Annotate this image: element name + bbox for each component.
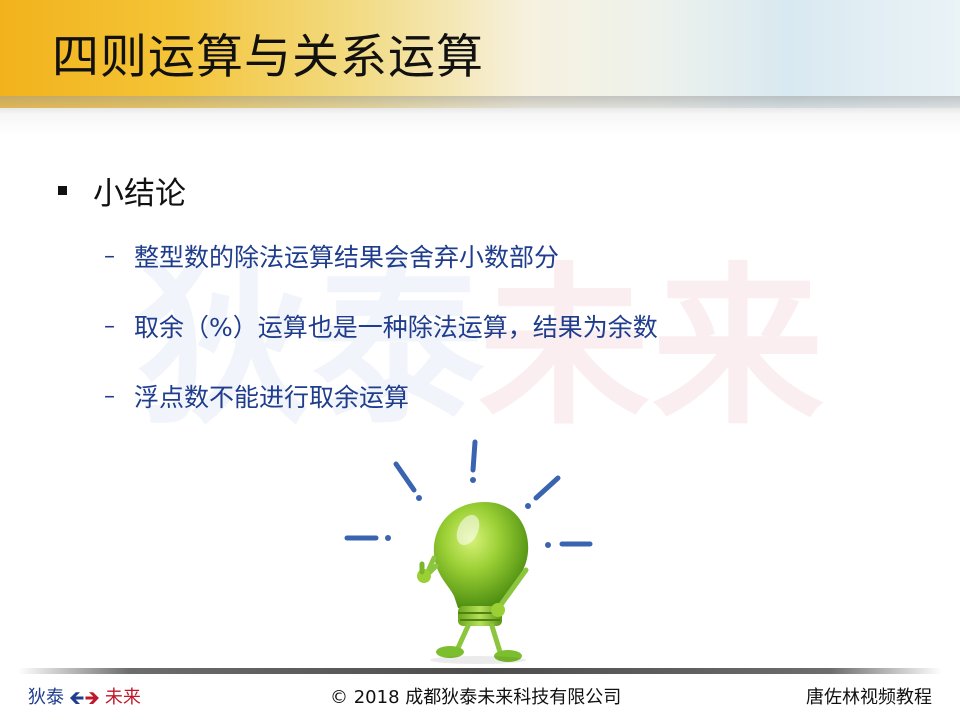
main-bullet: 小结论 <box>58 168 186 213</box>
sub-bullet-text: 整型数的除法运算结果会舍弃小数部分 <box>134 243 560 272</box>
double-arrow-icon: 🡸🡺 <box>69 687 100 709</box>
arrow-left-icon: 🡸 <box>69 687 85 709</box>
dash-marker: – <box>104 383 115 409</box>
dash-marker: – <box>104 313 115 339</box>
sub-bullet: – 取余（%）运算也是一种除法运算，结果为余数 <box>104 308 658 344</box>
footer-author: 唐佐林视频教程 <box>806 687 932 708</box>
sub-bullet-text: 浮点数不能进行取余运算 <box>134 383 410 412</box>
lightbulb-character-icon <box>344 439 593 664</box>
sub-bullet: – 整型数的除法运算结果会舍弃小数部分 <box>104 238 559 274</box>
footer-divider <box>18 668 942 674</box>
footer-copyright: © 2018 成都狄泰未来科技有限公司 <box>330 687 622 708</box>
title-banner-shadow <box>0 96 960 136</box>
slide-title: 四则运算与关系运算 <box>52 30 484 85</box>
main-bullet-text: 小结论 <box>93 176 186 212</box>
arrow-right-icon: 🡺 <box>84 687 100 709</box>
watermark-right: 未来 <box>478 247 826 448</box>
brand-left-text: 狄泰 <box>28 687 64 708</box>
sub-bullet: – 浮点数不能进行取余运算 <box>104 378 409 414</box>
brand-right-text: 未来 <box>104 687 141 708</box>
dash-marker: – <box>104 243 115 269</box>
footer-brand: 狄泰 🡸🡺 未来 <box>28 687 141 709</box>
square-bullet-icon <box>58 186 67 195</box>
sub-bullet-text: 取余（%）运算也是一种除法运算，结果为余数 <box>134 313 658 342</box>
